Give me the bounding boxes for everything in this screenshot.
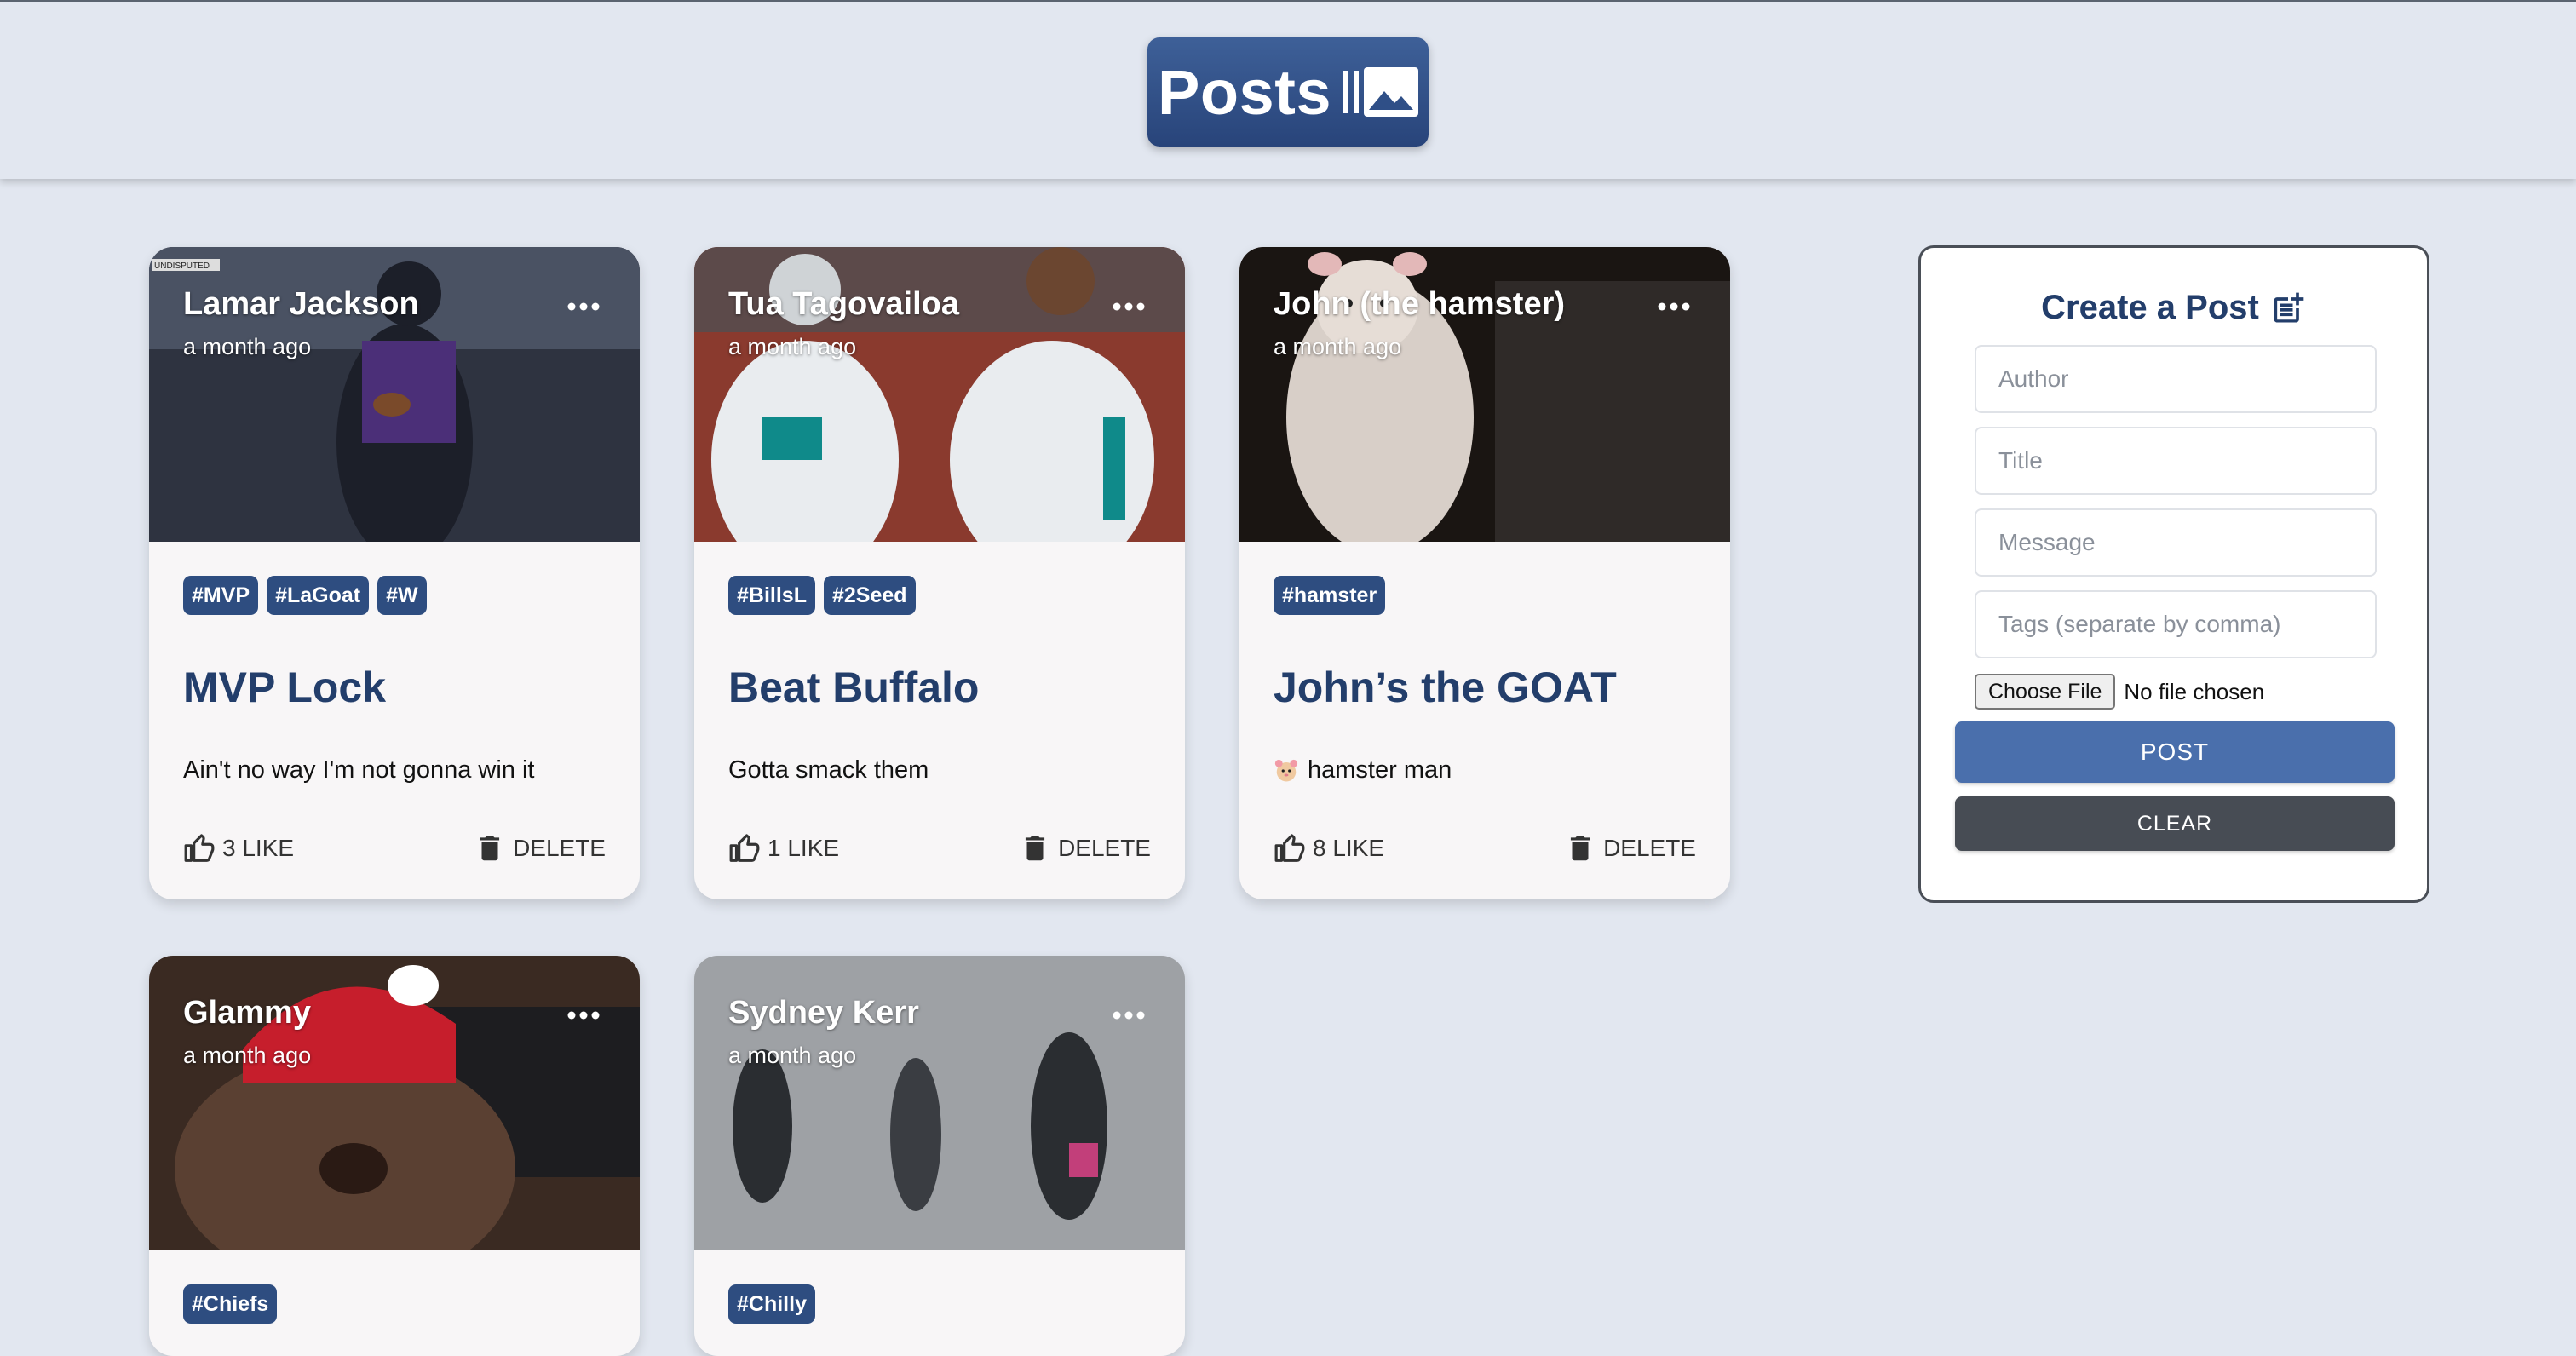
- delete-label: DELETE: [513, 835, 606, 861]
- tag: #BillsL: [728, 576, 815, 615]
- clear-button[interactable]: CLEAR: [1955, 796, 2395, 851]
- post-card: Glammy a month ago #Chiefs: [149, 956, 640, 1356]
- photo-library-icon: [1343, 67, 1418, 117]
- post-author: Lamar Jackson: [183, 286, 419, 322]
- post-author: Tua Tagovailoa: [728, 286, 959, 322]
- trash-icon: [1025, 836, 1045, 861]
- delete-label: DELETE: [1603, 835, 1696, 861]
- post-time: a month ago: [1274, 334, 1402, 359]
- post-card: John (the hamster) a month ago #hamster …: [1239, 247, 1730, 899]
- post-actions: 8 LIKE DELETE: [1274, 831, 1696, 865]
- tag-list: #BillsL #2Seed: [728, 576, 916, 615]
- tag-list: #MVP #LaGoat #W: [183, 576, 427, 615]
- delete-button[interactable]: DELETE: [1564, 832, 1696, 865]
- tag: #W: [377, 576, 427, 615]
- like-button[interactable]: 3 LIKE: [183, 832, 294, 865]
- image-watermark-text: UNDISPUTED: [154, 261, 210, 271]
- post-card: Sydney Kerr a month ago #Chilly: [694, 956, 1185, 1356]
- create-post-form: Create a Post Choose File No file chosen…: [1918, 245, 2429, 903]
- tag: #MVP: [183, 576, 259, 615]
- tag: #LaGoat: [267, 576, 370, 615]
- more-options-icon[interactable]: [566, 1007, 601, 1024]
- post-message-text: hamster man: [1308, 756, 1452, 784]
- post-title: Beat Buffalo: [728, 664, 980, 711]
- like-count: 3 LIKE: [222, 835, 295, 861]
- more-options-icon[interactable]: [1657, 298, 1691, 315]
- tag-list: #hamster: [1274, 576, 1386, 615]
- post-author: Sydney Kerr: [728, 995, 919, 1031]
- file-status: No file chosen: [2124, 678, 2265, 704]
- choose-file-button[interactable]: Choose File: [1975, 674, 2116, 710]
- post-message: hamster man: [1274, 756, 1452, 784]
- post-author: Glammy: [183, 995, 311, 1031]
- post-message: Ain't no way I'm not gonna win it: [183, 756, 535, 784]
- form-heading: Create a Post: [1921, 289, 2427, 327]
- page-title: Posts: [1157, 56, 1331, 128]
- tag: #Chiefs: [183, 1284, 278, 1324]
- trash-icon: [480, 836, 500, 861]
- brand-badge: Posts: [1147, 37, 1429, 147]
- delete-label: DELETE: [1058, 835, 1151, 861]
- post-add-icon: [2274, 292, 2304, 322]
- title-field[interactable]: [1975, 427, 2377, 495]
- post-actions: 1 LIKE DELETE: [728, 831, 1151, 865]
- tag-list: #Chiefs: [183, 1284, 278, 1324]
- app-header: Posts: [0, 0, 2576, 179]
- thumbs-up-icon: [184, 834, 215, 862]
- form-title: Create a Post: [2041, 289, 2259, 326]
- like-button[interactable]: 8 LIKE: [1274, 832, 1384, 865]
- post-message: Gotta smack them: [728, 756, 929, 784]
- tag: #2Seed: [823, 576, 916, 615]
- delete-button[interactable]: DELETE: [474, 832, 606, 865]
- more-options-icon[interactable]: [1112, 298, 1146, 315]
- post-title: John’s the GOAT: [1274, 664, 1617, 711]
- post-button[interactable]: POST: [1955, 721, 2395, 783]
- tag: #hamster: [1274, 576, 1386, 615]
- tag-list: #Chilly: [728, 1284, 815, 1324]
- hamster-emoji-icon: [1274, 759, 1298, 781]
- post-actions: 3 LIKE DELETE: [183, 831, 606, 865]
- more-options-icon[interactable]: [566, 298, 601, 315]
- file-picker: Choose File No file chosen: [1975, 674, 2264, 710]
- post-card: UNDISPUTED Lamar Jackson a month ago #MV…: [149, 247, 640, 899]
- like-count: 1 LIKE: [768, 835, 840, 861]
- post-card: Tua Tagovailoa a month ago #BillsL #2See…: [694, 247, 1185, 899]
- trash-icon: [1570, 836, 1590, 861]
- message-field[interactable]: [1975, 508, 2377, 577]
- post-time: a month ago: [183, 1043, 312, 1068]
- post-author: John (the hamster): [1274, 286, 1566, 322]
- tag: #Chilly: [728, 1284, 815, 1324]
- post-time: a month ago: [183, 334, 312, 359]
- tags-field[interactable]: [1975, 590, 2377, 658]
- author-field[interactable]: [1975, 345, 2377, 413]
- like-button[interactable]: 1 LIKE: [728, 832, 839, 865]
- thumbs-up-icon: [729, 834, 760, 862]
- delete-button[interactable]: DELETE: [1019, 832, 1151, 865]
- post-time: a month ago: [728, 334, 857, 359]
- like-count: 8 LIKE: [1313, 835, 1385, 861]
- post-title: MVP Lock: [183, 664, 387, 711]
- post-time: a month ago: [728, 1043, 857, 1068]
- thumbs-up-icon: [1274, 834, 1305, 862]
- more-options-icon[interactable]: [1112, 1007, 1146, 1024]
